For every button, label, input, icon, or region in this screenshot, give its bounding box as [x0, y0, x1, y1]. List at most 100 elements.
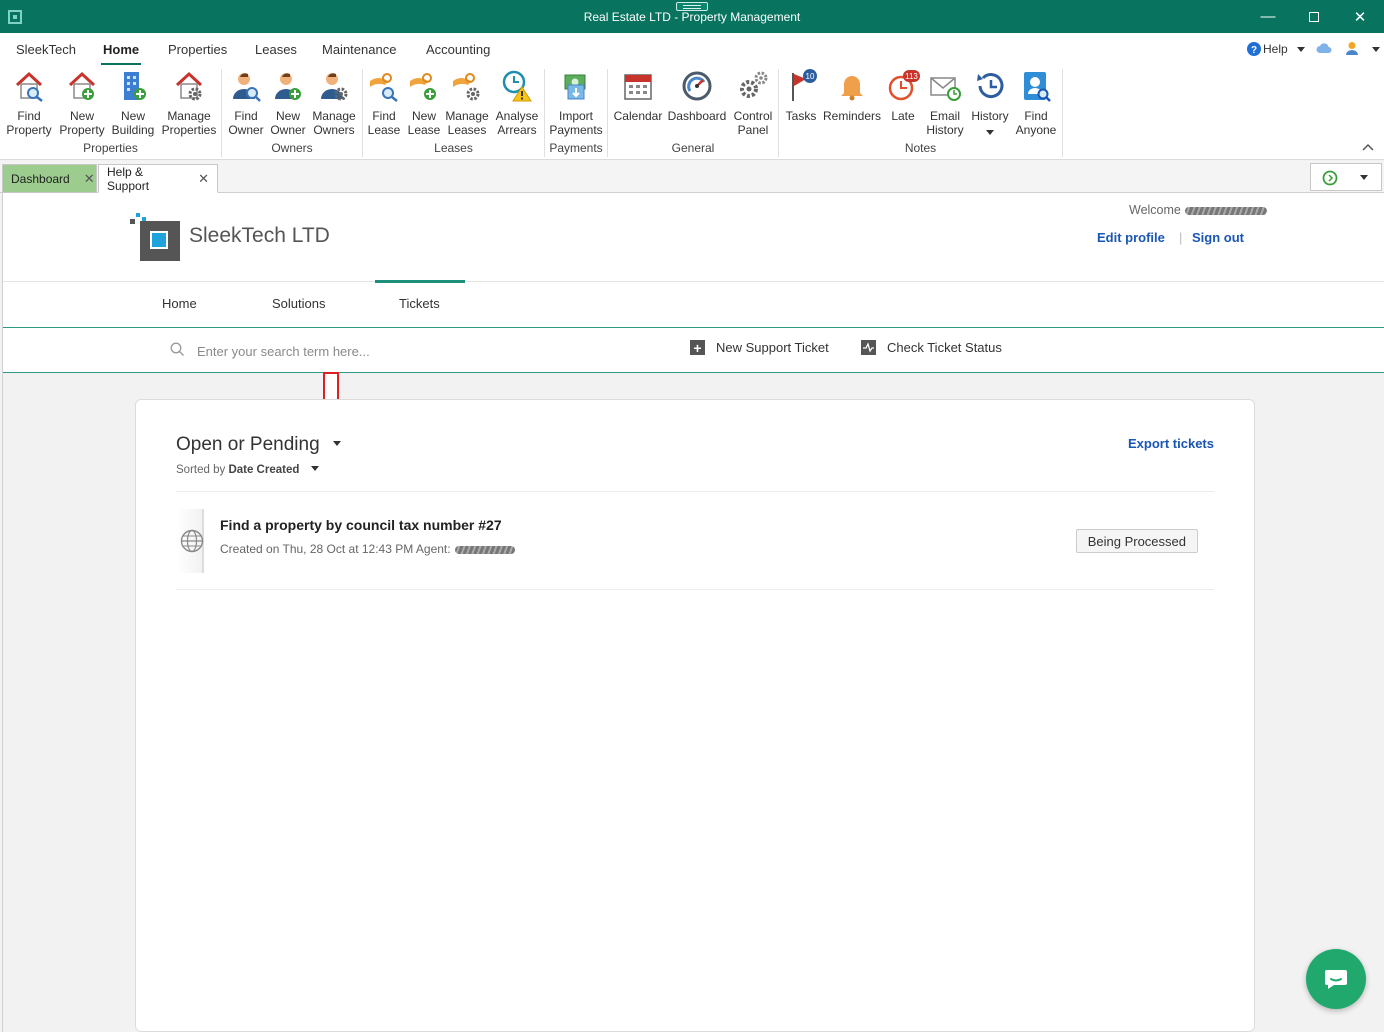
help-dropdown-icon[interactable] [1297, 47, 1305, 52]
menu-tab-sleektech[interactable]: SleekTech [16, 42, 76, 57]
analyse-arrears-button[interactable]: Analyse Arrears [493, 69, 541, 137]
maximize-button[interactable] [1291, 0, 1337, 33]
find-owner-button[interactable]: Find Owner [225, 69, 267, 137]
nav-solutions[interactable]: Solutions [272, 296, 325, 311]
menu-tab-leases[interactable]: Leases [255, 42, 297, 57]
header-divider: | [1179, 230, 1183, 245]
dashboard-button[interactable]: Dashboard [666, 69, 728, 123]
new-building-button[interactable]: New Building [109, 69, 157, 137]
money-import-icon [564, 74, 586, 100]
new-support-ticket-button[interactable]: + New Support Ticket [690, 340, 829, 355]
ribbon-label: Property [6, 123, 52, 137]
ticket-filter-dropdown[interactable]: Open or Pending [176, 434, 341, 456]
ribbon-label: Manage [312, 109, 356, 123]
chat-widget-button[interactable] [1306, 949, 1366, 1009]
ribbon-label: Properties [161, 123, 217, 137]
ribbon-label: Arrears [497, 123, 537, 137]
clock-warning-icon [502, 70, 532, 102]
bell-icon [841, 76, 863, 101]
minimize-button[interactable]: — [1245, 0, 1291, 33]
welcome-text: Welcome [1129, 203, 1267, 217]
menu-tab-maintenance[interactable]: Maintenance [322, 42, 396, 57]
nav-tickets[interactable]: Tickets [375, 280, 465, 311]
brand-name: SleekTech LTD [189, 224, 330, 247]
control-panel-button[interactable]: Control Panel [730, 69, 776, 137]
email-history-button[interactable]: Email History [924, 69, 966, 137]
ticket-row[interactable]: Find a property by council tax number #2… [176, 503, 1214, 573]
ticket-meta: Created on Thu, 28 Oct at 12:43 PM Agent… [220, 542, 515, 556]
doc-tab-help-support[interactable]: Help & Support ✕ [98, 164, 218, 193]
close-tab-icon[interactable]: ✕ [198, 171, 209, 187]
sorted-by-prefix: Sorted by [176, 464, 226, 476]
ribbon-label: Tasks [785, 109, 817, 123]
ribbon-label: Analyse [495, 109, 539, 123]
manage-properties-button[interactable]: Manage Properties [160, 69, 218, 137]
find-anyone-button[interactable]: Find Anyone [1014, 69, 1058, 137]
user-dropdown-icon[interactable] [1372, 47, 1380, 52]
ribbon-label: Find [17, 109, 41, 123]
portal-header: SleekTech LTD Welcome Edit profile | Sig… [3, 193, 1384, 282]
sort-dropdown[interactable]: Sorted by Date Created [176, 464, 319, 476]
ticket-filter-label: Open or Pending [176, 434, 320, 455]
ribbon-label: Manage [445, 109, 489, 123]
import-payments-button[interactable]: Import Payments [547, 69, 605, 137]
late-button[interactable]: 113 Late [884, 69, 922, 123]
sign-out-link[interactable]: Sign out [1192, 230, 1244, 245]
doc-tab-dashboard[interactable]: Dashboard ✕ [2, 164, 97, 193]
ribbon-label: Panel [737, 123, 769, 137]
ribbon-separator [1062, 69, 1063, 157]
menu-tab-properties[interactable]: Properties [168, 42, 227, 57]
close-button[interactable]: ✕ [1337, 0, 1383, 33]
check-ticket-status-button[interactable]: Check Ticket Status [861, 340, 1002, 355]
house-add-icon [68, 71, 96, 100]
calendar-button[interactable]: Calendar [612, 69, 664, 123]
ribbon-label: New [120, 109, 145, 123]
edit-profile-link[interactable]: Edit profile [1097, 230, 1165, 245]
refresh-control[interactable] [1310, 163, 1382, 191]
new-lease-button[interactable]: New Lease [404, 69, 444, 137]
history-button[interactable]: History [968, 69, 1012, 139]
menu-tab-accounting[interactable]: Accounting [426, 42, 490, 57]
find-property-button[interactable]: Find Property [5, 69, 53, 137]
search-input[interactable] [197, 340, 637, 362]
cloud-icon[interactable] [1316, 43, 1332, 54]
new-property-button[interactable]: New Property [58, 69, 106, 137]
collapse-ribbon-icon[interactable] [1362, 143, 1374, 151]
help-label[interactable]: Help [1263, 42, 1288, 56]
separator [176, 491, 1214, 492]
find-lease-button[interactable]: Find Lease [364, 69, 404, 137]
redacted-username [1184, 206, 1267, 215]
ribbon-label: Owner [270, 123, 306, 137]
manage-owners-button[interactable]: Manage Owners [310, 69, 358, 137]
group-label-notes: Notes [904, 141, 937, 155]
ribbon-label: Dashboard [667, 109, 727, 123]
tasks-button[interactable]: 10 Tasks [782, 69, 820, 123]
doc-tab-label: Dashboard [11, 171, 70, 186]
reminders-button[interactable]: Reminders [822, 69, 882, 123]
user-icon[interactable] [1345, 41, 1359, 55]
separator [176, 589, 1214, 590]
nav-home[interactable]: Home [162, 296, 197, 311]
ticket-title[interactable]: Find a property by council tax number #2… [220, 517, 502, 533]
ribbon-label: New [275, 109, 300, 123]
close-tab-icon[interactable]: ✕ [84, 171, 95, 187]
ribbon-label: Owners [313, 123, 355, 137]
ribbon-label: New [69, 109, 94, 123]
ribbon-label: New [411, 109, 436, 123]
key-hand-search-icon [370, 73, 398, 102]
history-dropdown-icon[interactable] [986, 130, 994, 136]
menu-tab-home[interactable]: Home [100, 42, 142, 66]
ribbon-label: Anyone [1015, 123, 1057, 137]
ribbon-label: Property [59, 123, 105, 137]
manage-leases-button[interactable]: Manage Leases [444, 69, 490, 137]
gauge-icon [682, 71, 712, 101]
help-icon[interactable]: ? [1247, 42, 1261, 56]
new-owner-button[interactable]: New Owner [268, 69, 308, 137]
pulse-icon [861, 340, 876, 355]
plus-icon: + [690, 340, 705, 355]
refresh-dropdown-icon[interactable] [1360, 175, 1368, 180]
group-label-payments: Payments [549, 141, 603, 155]
export-tickets-link[interactable]: Export tickets [1128, 436, 1214, 451]
refresh-timer-icon[interactable] [1322, 170, 1338, 186]
tasks-badge: 10 [806, 72, 815, 81]
